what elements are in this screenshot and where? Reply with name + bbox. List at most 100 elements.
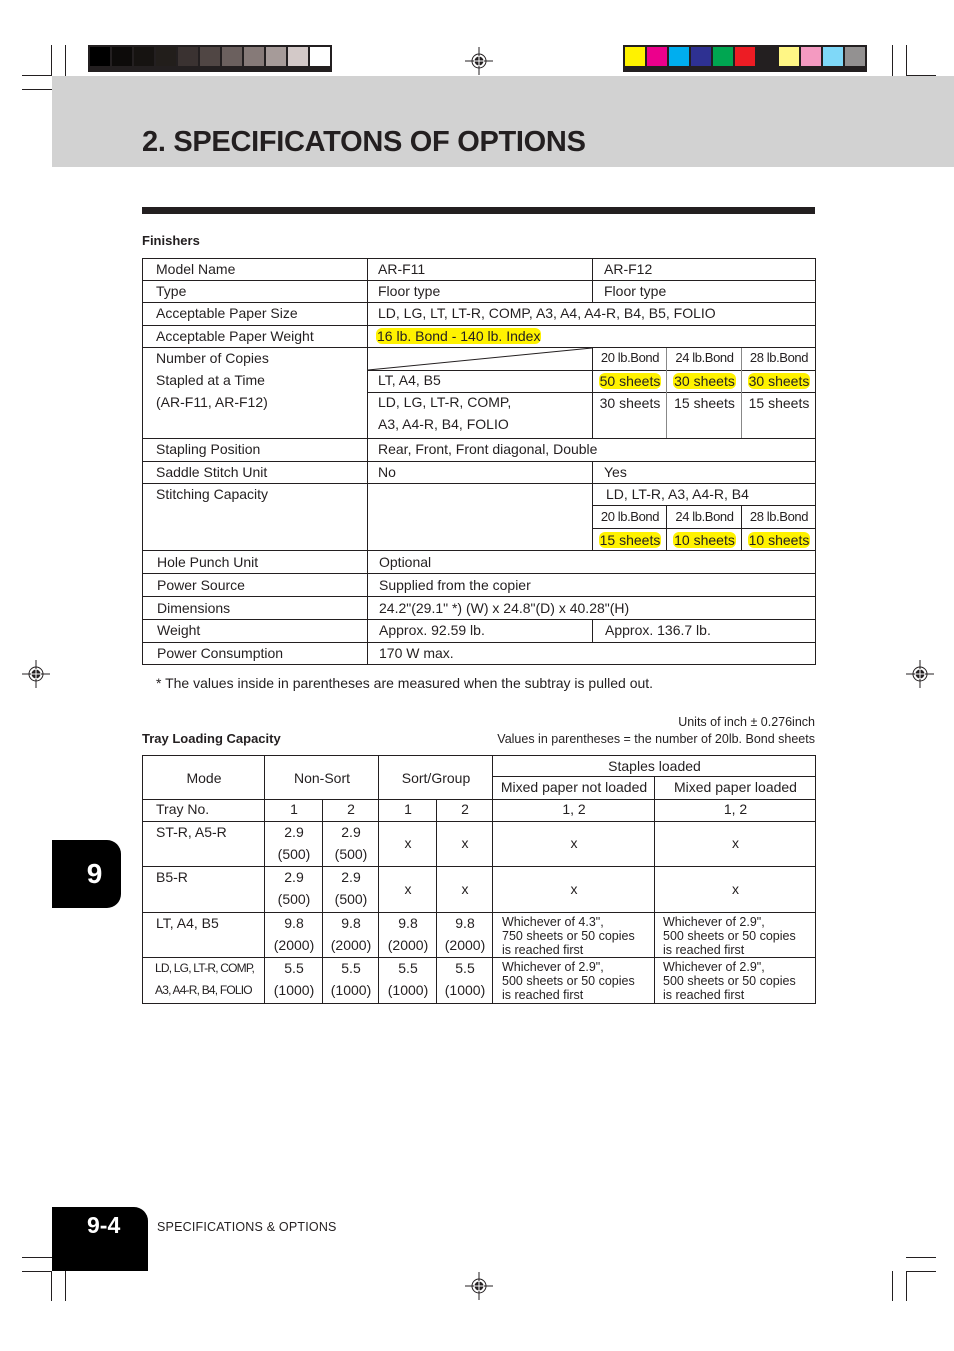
- st-r-nonsort2-sheets: (500): [334, 846, 368, 862]
- lt-nonsort2-sheets: (2000): [330, 937, 372, 953]
- color-swatch: [845, 47, 865, 66]
- gray-swatch: [156, 47, 176, 66]
- copies-weight-24: 24 lb.Bond: [675, 350, 734, 365]
- copies-sizes-row2-line1: LD, LG, LT-R, COMP,: [378, 394, 512, 410]
- color-swatch: [691, 47, 711, 66]
- lt-sort1-inch: 9.8: [398, 915, 418, 931]
- saddle-stitch-arf11: No: [378, 464, 396, 480]
- st-r-sort2: x: [461, 835, 469, 851]
- st-r-nonsort1-sheets: (500): [277, 846, 311, 862]
- weight-arf12: Approx. 136.7 lb.: [605, 622, 711, 638]
- copies-sizes-row1: LT, A4, B5: [378, 372, 441, 388]
- registration-mark-icon: [906, 660, 934, 688]
- tray-no-sort-2: 2: [461, 801, 469, 817]
- lt-nonsort2-inch: 9.8: [341, 915, 361, 931]
- lt-nonsort1-sheets: (2000): [273, 937, 315, 953]
- b5-r-mixed-not: x: [570, 881, 578, 897]
- lt-mixed-not-line2: 750 sheets or 50 copies: [502, 929, 635, 943]
- tray-no-sort-1: 1: [404, 801, 412, 817]
- row-size-ld-line2: A3, A4-R, B4, FOLIO: [155, 983, 253, 997]
- ld-mixed-line1: Whichever of 2.9",: [663, 960, 765, 974]
- process-color-bar: [623, 45, 867, 72]
- gray-swatch: [266, 47, 286, 66]
- stitching-value-20: 15 sheets: [593, 529, 667, 551]
- row-label-stapling-position: Stapling Position: [156, 441, 261, 457]
- ld-nonsort1-sheets: (1000): [273, 982, 315, 998]
- paper-size-value: LD, LG, LT, LT-R, COMP, A3, A4, A4-R, B4…: [378, 305, 716, 321]
- tray-no-nonsort-1: 1: [290, 801, 298, 817]
- color-swatch: [669, 47, 689, 66]
- lt-mixed-not-line3: is reached first: [502, 943, 584, 957]
- stitching-sizes: LD, LT-R, A3, A4-R, B4: [606, 486, 749, 502]
- power-source-value: Supplied from the copier: [379, 577, 531, 593]
- color-swatch: [779, 47, 799, 66]
- lt-mixed-line3: is reached first: [663, 943, 745, 957]
- copies-weight-20: 20 lb.Bond: [600, 350, 660, 365]
- st-r-nonsort2-inch: 2.9: [341, 824, 361, 840]
- copies-row2-value-28: 15 sheets: [748, 395, 810, 411]
- header-mixed-loaded: Mixed paper loaded: [674, 779, 797, 795]
- copies-label-line-3: (AR-F11, AR-F12): [156, 394, 268, 410]
- row-label-dimensions: Dimensions: [157, 600, 231, 616]
- lt-mixed-not-line1: Whichever of 4.3",: [502, 915, 604, 929]
- paper-weight-cell: 16 lb. Bond - 140 lb. Index: [376, 325, 542, 347]
- row-label-power-source: Power Source: [157, 577, 245, 593]
- copies-row1-value-28: 30 sheets: [742, 370, 816, 392]
- registration-mark-icon: [465, 47, 493, 75]
- tray-capacity-heading: Tray Loading Capacity: [142, 731, 281, 746]
- stitching-weight-28: 28 lb.Bond: [749, 509, 809, 524]
- st-r-mixed: x: [732, 835, 739, 851]
- ld-mixed-line2: 500 sheets or 50 copies: [663, 974, 796, 988]
- gray-swatch: [244, 47, 264, 66]
- st-r-nonsort1-inch: 2.9: [284, 824, 304, 840]
- ld-sort1-sheets: (1000): [387, 982, 429, 998]
- lt-sort1-sheets: (2000): [387, 937, 429, 953]
- row-label-saddle-stitch: Saddle Stitch Unit: [156, 464, 268, 480]
- row-label-model-name: Model Name: [156, 261, 236, 277]
- ld-nonsort1-inch: 5.5: [284, 960, 304, 976]
- lt-mixed-line1: Whichever of 2.9",: [663, 915, 765, 929]
- tray-no-nonsort-2: 2: [347, 801, 355, 817]
- ld-mixed-not-line2: 500 sheets or 50 copies: [502, 974, 635, 988]
- lt-mixed-line2: 500 sheets or 50 copies: [663, 929, 796, 943]
- hole-punch-value: Optional: [379, 554, 432, 570]
- gray-swatch: [112, 47, 132, 66]
- stitching-value-28-text: 10 sheets: [747, 532, 811, 548]
- page-title: 2. SPECIFICATONS OF OPTIONS: [142, 126, 586, 158]
- header-sort-group: Sort/Group: [401, 770, 471, 786]
- header-staples-loaded: Staples loaded: [608, 758, 701, 774]
- ld-mixed-not-line3: is reached first: [502, 988, 584, 1002]
- units-note: Units of inch ± 0.276inch: [678, 715, 815, 729]
- copies-label-line-1: Number of Copies: [156, 350, 269, 366]
- page-number: 9-4: [52, 1207, 148, 1271]
- header-non-sort: Non-Sort: [293, 770, 351, 786]
- color-swatch: [713, 47, 733, 66]
- stitching-weight-20: 20 lb.Bond: [600, 509, 660, 524]
- color-swatch: [757, 47, 777, 66]
- saddle-stitch-arf12: Yes: [604, 464, 627, 480]
- gray-swatch: [310, 47, 330, 66]
- ld-nonsort2-inch: 5.5: [341, 960, 361, 976]
- b5-r-sort2: x: [461, 881, 469, 897]
- header-mixed-not-loaded: Mixed paper not loaded: [500, 779, 648, 795]
- power-consumption-value: 170 W max.: [379, 645, 454, 661]
- gray-swatch: [222, 47, 242, 66]
- type-arf11: Floor type: [378, 283, 441, 299]
- lt-nonsort1-inch: 9.8: [284, 915, 304, 931]
- b5-r-nonsort1-sheets: (500): [277, 891, 311, 907]
- ld-sort2-sheets: (1000): [444, 982, 486, 998]
- grayscale-color-bar: [88, 45, 332, 72]
- tray-no-label: Tray No.: [156, 801, 210, 817]
- copies-label-line-2: Stapled at a Time: [156, 372, 265, 388]
- gray-swatch: [200, 47, 220, 66]
- copies-sizes-row2-line2: A3, A4-R, B4, FOLIO: [378, 416, 509, 432]
- copies-row1-value-20: 50 sheets: [593, 370, 667, 392]
- ld-mixed-line3: is reached first: [663, 988, 745, 1002]
- finishers-heading: Finishers: [142, 233, 200, 248]
- lt-sort2-inch: 9.8: [455, 915, 475, 931]
- tray-no-mixed: 1, 2: [723, 801, 748, 817]
- b5-r-sort1: x: [404, 881, 412, 897]
- stapling-position-value: Rear, Front, Front diagonal, Double: [378, 441, 598, 457]
- ld-mixed-not-line1: Whichever of 2.9",: [502, 960, 604, 974]
- row-label-type: Type: [156, 283, 187, 299]
